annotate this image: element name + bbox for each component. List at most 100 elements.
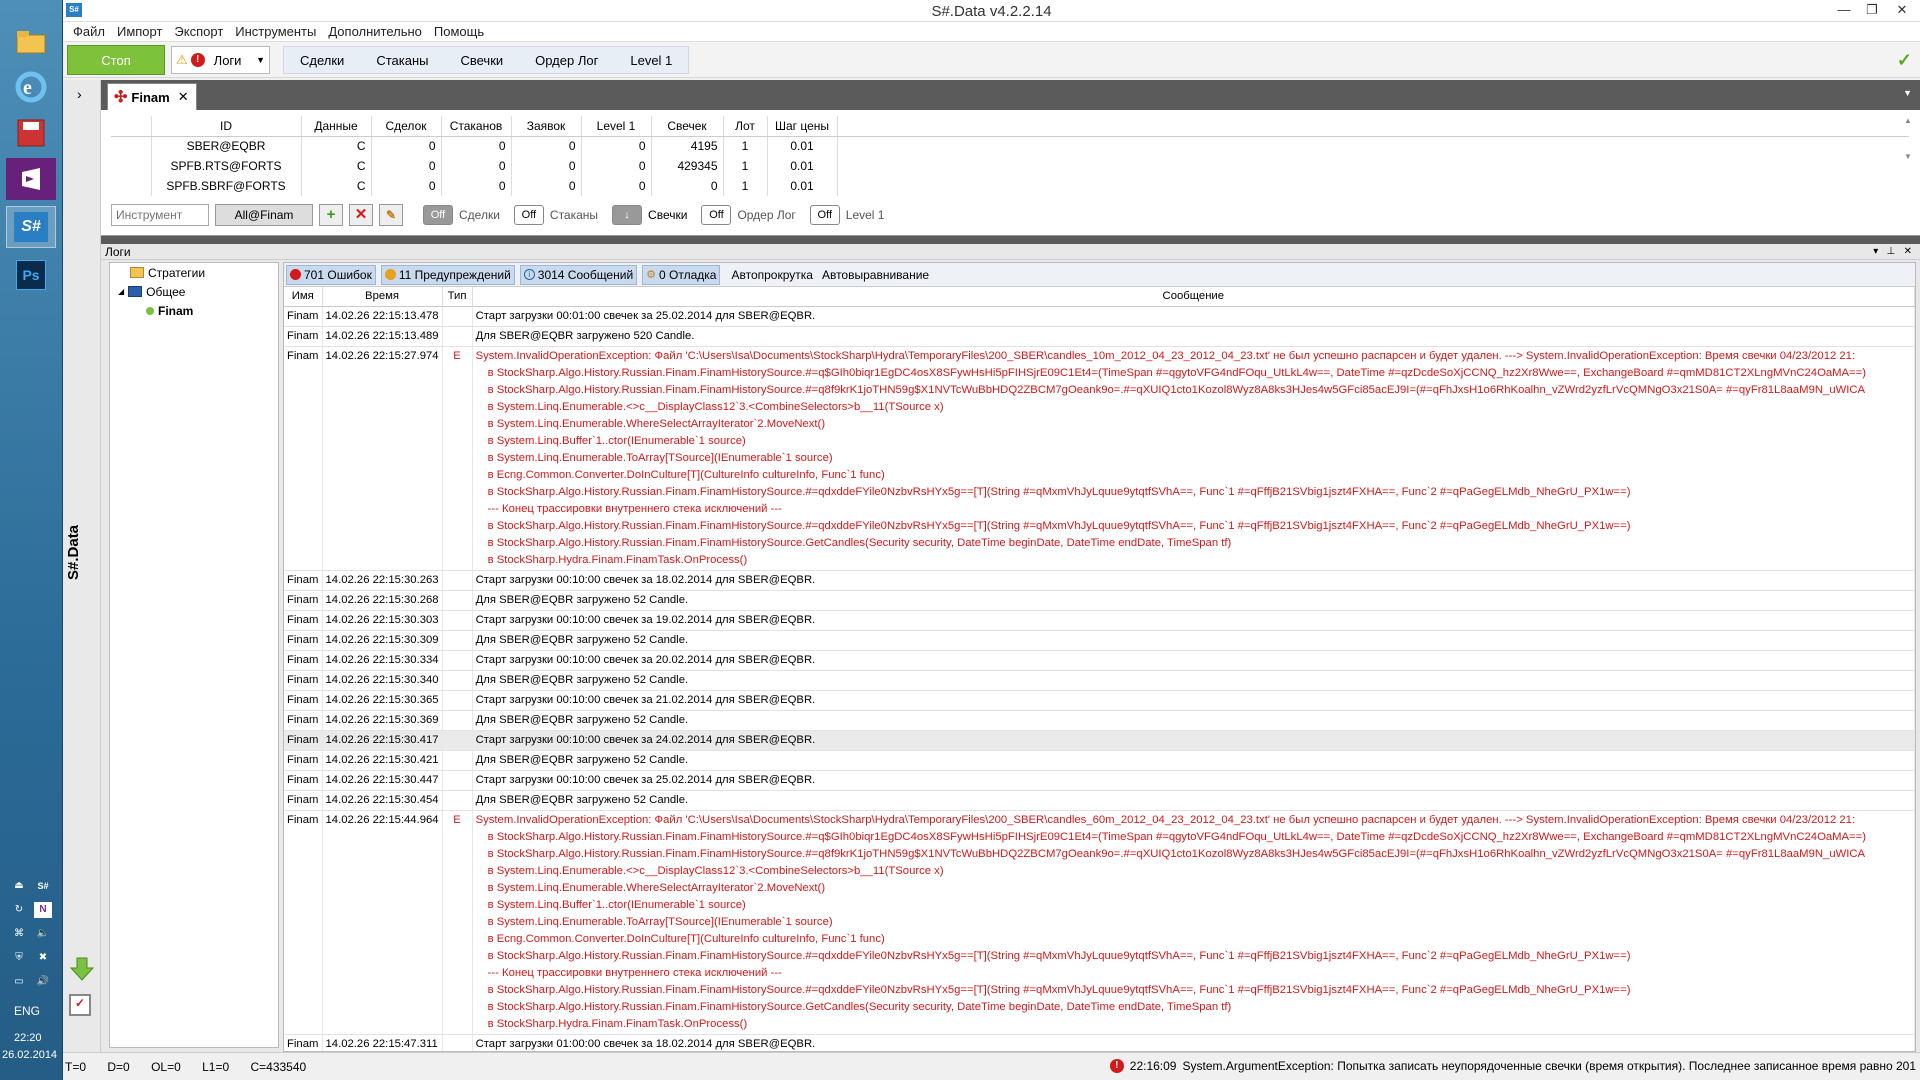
restore-icon[interactable]: ❐: [1860, 2, 1884, 18]
log-row[interactable]: Finam 14.02.26 22:15:27.974 E System.Invali…: [284, 346, 1915, 571]
monitor-tray-icon[interactable]: ▭: [10, 974, 28, 990]
tree-node-finam[interactable]: Finam: [110, 301, 278, 320]
table-row[interactable]: SPFB.RTS@FORTS C 0 0 0 0 429345 1 0.01: [111, 156, 1909, 176]
ribbon-tab-orderlog[interactable]: Ордер Лог: [519, 53, 614, 68]
col-pricestep[interactable]: Шаг цены: [767, 116, 838, 137]
ribbon-tab-trades[interactable]: Сделки: [284, 53, 360, 68]
expand-chevron-icon[interactable]: ›: [77, 86, 82, 102]
log-row[interactable]: Finam 14.02.26 22:15:44.964 E System.Invali…: [284, 810, 1915, 1035]
col-name[interactable]: Имя: [284, 287, 323, 307]
add-icon[interactable]: +: [319, 204, 343, 226]
tree-node-general[interactable]: ◢ Общее: [110, 282, 278, 301]
col-level1[interactable]: Level 1: [581, 116, 652, 137]
log-row[interactable]: Finam 14.02.26 22:15:30.417 Старт загрузки…: [284, 730, 1915, 751]
bluetooth-tray-icon[interactable]: ⌘: [10, 926, 28, 942]
menu-export[interactable]: Экспорт: [168, 24, 229, 39]
securities-scrollbar[interactable]: ▲ ▼: [1902, 116, 1914, 186]
network-error-tray-icon[interactable]: ✖: [34, 950, 52, 966]
stocksharp-tray-icon[interactable]: S#: [34, 878, 52, 894]
log-row[interactable]: Finam 14.02.26 22:15:13.489 Для SBER@EQBR …: [284, 326, 1915, 347]
collapsed-sidebar[interactable]: › S#.Data ✓: [63, 80, 101, 1080]
filter-errors[interactable]: 701 Ошибок: [286, 264, 376, 285]
toggle-depths[interactable]: Off: [513, 205, 544, 225]
menu-import[interactable]: Импорт: [111, 24, 168, 39]
col-message[interactable]: Сообщение: [472, 287, 1915, 307]
ribbon-tab-candles[interactable]: Свечки: [444, 53, 519, 68]
edit-icon[interactable]: ✎: [379, 204, 403, 226]
photoshop-icon[interactable]: Ps: [6, 254, 56, 296]
col-trades[interactable]: Сделок: [371, 116, 442, 137]
toggle-trades[interactable]: Off: [423, 205, 453, 225]
log-row[interactable]: Finam 14.02.26 22:15:30.309 Для SBER@EQBR …: [284, 630, 1915, 651]
volume-tray-icon[interactable]: 🔊: [34, 974, 52, 990]
col-data[interactable]: Данные: [301, 116, 372, 137]
autoalign-toggle[interactable]: Автовыравнивание: [822, 268, 929, 282]
toggle-level1[interactable]: Off: [809, 205, 840, 225]
clock-time[interactable]: 22:20: [14, 1032, 42, 1044]
tree-node-strategies[interactable]: Стратегии: [110, 263, 278, 282]
delete-icon[interactable]: ✕: [349, 204, 373, 226]
filter-messages[interactable]: i 3014 Сообщений: [519, 264, 638, 285]
col-id[interactable]: ID: [151, 116, 302, 137]
log-row[interactable]: Finam 14.02.26 22:15:47.311 Старт загрузки…: [284, 1034, 1915, 1051]
dropdown-arrow-icon[interactable]: ▼: [256, 55, 265, 65]
task-check-icon[interactable]: ✓: [69, 994, 91, 1016]
instrument-input[interactable]: [111, 204, 209, 226]
stop-button[interactable]: Стоп: [67, 45, 165, 75]
splitter[interactable]: [101, 236, 1920, 244]
internet-explorer-icon[interactable]: e: [6, 66, 56, 108]
speaker-tray-icon[interactable]: 🔈: [34, 926, 52, 942]
ribbon-tab-level1[interactable]: Level 1: [614, 53, 688, 68]
close-window-icon[interactable]: ✕: [1890, 2, 1914, 18]
log-row[interactable]: Finam 14.02.26 22:15:30.421 Для SBER@EQBR …: [284, 750, 1915, 771]
log-row[interactable]: Finam 14.02.26 22:15:30.447 Старт загрузки…: [284, 770, 1915, 791]
clock-date[interactable]: 26.02.2014: [2, 1049, 57, 1061]
toggle-candles[interactable]: ↓: [612, 205, 643, 225]
autoscroll-toggle[interactable]: Автопрокрутка: [731, 268, 812, 282]
panel-controls[interactable]: ▾ ⊥ ✕: [1873, 246, 1912, 257]
log-row[interactable]: Finam 14.02.26 22:15:30.263 Старт загрузки…: [284, 570, 1915, 591]
close-tab-icon[interactable]: ✕: [178, 89, 189, 105]
logs-button[interactable]: ⚠ ! Логи ▼: [171, 46, 270, 74]
log-row[interactable]: Finam 14.02.26 22:15:13.478 Старт загрузки…: [284, 306, 1915, 327]
log-row[interactable]: Finam 14.02.26 22:15:30.303 Старт загрузки…: [284, 610, 1915, 631]
floppy-save-icon[interactable]: [6, 112, 56, 154]
log-row[interactable]: Finam 14.02.26 22:15:30.454 Для SBER@EQBR …: [284, 790, 1915, 811]
collapse-arrow-icon[interactable]: ◢: [118, 287, 124, 296]
col-orders[interactable]: Заявок: [511, 116, 582, 137]
onenote-tray-icon[interactable]: N: [34, 902, 52, 918]
toggle-orderlog[interactable]: Off: [701, 205, 732, 225]
log-row[interactable]: Finam 14.02.26 22:15:30.268 Для SBER@EQBR …: [284, 590, 1915, 611]
language-indicator[interactable]: ENG: [14, 1004, 40, 1018]
log-row[interactable]: Finam 14.02.26 22:15:30.340 Для SBER@EQBR …: [284, 670, 1915, 691]
col-lot[interactable]: Лот: [723, 116, 768, 137]
tab-finam[interactable]: ✣ Finam ✕: [107, 83, 197, 110]
col-depths[interactable]: Стаканов: [441, 116, 512, 137]
menu-file[interactable]: Файл: [67, 24, 111, 39]
stocksharp-icon[interactable]: S#: [6, 206, 56, 248]
tab-strip-menu-icon[interactable]: ▼: [1903, 88, 1912, 98]
col-type[interactable]: Тип: [442, 287, 473, 307]
log-row[interactable]: Finam 14.02.26 22:15:30.369 Для SBER@EQBR …: [284, 710, 1915, 731]
menu-extra[interactable]: Дополнительно: [322, 24, 428, 39]
filter-warnings[interactable]: 11 Предупреждений: [380, 264, 515, 285]
download-arrow-icon[interactable]: [69, 956, 95, 984]
table-row[interactable]: SPFB.SBRF@FORTS C 0 0 0 0 0 1 0.01: [111, 176, 1909, 196]
table-row[interactable]: SBER@EQBR C 0 0 0 0 4195 1 0.01: [111, 136, 1909, 156]
col-time[interactable]: Время: [322, 287, 443, 307]
shield-tray-icon[interactable]: ⛨: [10, 950, 28, 966]
source-selector[interactable]: All@Finam: [215, 204, 313, 226]
log-row[interactable]: Finam 14.02.26 22:15:30.334 Старт загрузки…: [284, 650, 1915, 671]
last-error[interactable]: ! 22:16:09 System.ArgumentException: Поп…: [1109, 1059, 1916, 1073]
usb-tray-icon[interactable]: ⏏: [10, 878, 28, 894]
menu-tools[interactable]: Инструменты: [229, 24, 322, 39]
minimize-icon[interactable]: —: [1832, 2, 1856, 17]
sync-tray-icon[interactable]: ↻: [10, 902, 28, 918]
visual-studio-icon[interactable]: [6, 158, 56, 200]
log-row[interactable]: Finam 14.02.26 22:15:30.365 Старт загрузки…: [284, 690, 1915, 711]
menu-help[interactable]: Помощь: [428, 24, 490, 39]
file-explorer-icon[interactable]: [6, 20, 56, 62]
col-candles[interactable]: Свечек: [651, 116, 724, 137]
ribbon-tab-depths[interactable]: Стаканы: [360, 53, 444, 68]
filter-debug[interactable]: ⚙ 0 Отладка: [642, 264, 721, 285]
